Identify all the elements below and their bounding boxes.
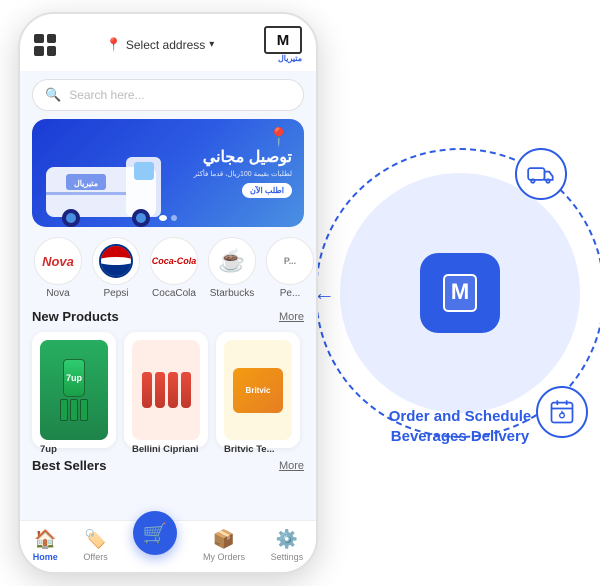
grid-menu-icon[interactable] [34, 34, 56, 56]
new-products-more[interactable]: More [279, 311, 304, 323]
orders-icon: 📦 [213, 529, 235, 550]
britvic-box: Britvic [233, 368, 283, 413]
banner-sub-text: لطلبات بقيمة 100ريال، قدما فأكثر [194, 170, 292, 178]
nova-label: Nova [46, 288, 69, 299]
sevenup-can-text: 7up [66, 373, 82, 383]
bellini-bottle-4 [181, 372, 191, 408]
brand-circle-starbucks: ☕ [208, 237, 256, 285]
other-logo: P... [284, 256, 296, 266]
new-products-title: New Products [32, 309, 119, 324]
tagline: Order and Schedule Beverages Delivery [389, 407, 532, 446]
bottom-nav: 🏠 Home 🏷️ Offers 🛒 📦 My Orders ⚙️ Settin… [20, 520, 316, 572]
orders-label: My Orders [203, 552, 245, 562]
best-sellers-title: Best Sellers [32, 458, 106, 473]
product-name-7up: 7up [40, 444, 108, 454]
starbucks-logo: ☕ [218, 248, 245, 274]
brand-circle-other: P... [266, 237, 314, 285]
nav-cart[interactable]: 🛒 [133, 529, 177, 562]
product-card-bellini[interactable]: Bellini Cipriani 180ml X 4 92SAR [124, 332, 208, 448]
nav-home[interactable]: 🏠 Home [33, 529, 58, 562]
sevenup-cans-row [60, 399, 88, 421]
search-icon: 🔍 [45, 87, 61, 103]
offers-label: Offers [83, 552, 107, 562]
nova-logo: Nova [42, 254, 74, 269]
search-bar[interactable]: 🔍 Search here... [32, 79, 304, 111]
brand-arabic-text: متيريال [278, 54, 302, 63]
grid-dot-2 [47, 34, 57, 44]
tagline-text: Order and Schedule Beverages Delivery [389, 407, 532, 446]
brands-row: Nova Nova Pepsi Coca-Cola CocaCola [20, 227, 316, 303]
banner-pin-icon: 📍 [268, 127, 290, 148]
brand-circle-cocacola: Coca-Cola [150, 237, 198, 285]
brand-center-icon: M [420, 253, 500, 333]
settings-icon: ⚙️ [276, 529, 298, 550]
brand-item-starbucks[interactable]: ☕ Starbucks [206, 237, 258, 299]
banner-dots [159, 215, 177, 221]
cocacola-label: CocaCola [152, 288, 196, 299]
sevenup-can: 7up [63, 359, 85, 397]
nav-settings[interactable]: ⚙️ Settings [271, 529, 304, 562]
settings-label: Settings [271, 552, 304, 562]
brand-circle-nova: Nova [34, 237, 82, 285]
dot-2 [171, 215, 177, 221]
bellini-bottle-2 [155, 372, 165, 408]
brand-m-icon: M [438, 271, 482, 315]
promo-banner[interactable]: متيريال توصيل مجاني لطلبات بقيمة 100ريال… [32, 119, 304, 227]
calendar-svg [548, 398, 576, 426]
cart-icon: 🛒 [143, 521, 168, 546]
brand-item-other[interactable]: P... Pe... [264, 237, 316, 299]
product-name-bellini: Bellini Cipriani [132, 444, 200, 454]
product-card-britvic[interactable]: Britvic Britvic Te... 300ml X 8... 27.5S… [216, 332, 300, 448]
brand-circle-pepsi [92, 237, 140, 285]
bellini-bottle-1 [142, 372, 152, 408]
brand-item-nova[interactable]: Nova Nova [32, 237, 84, 299]
right-panel: ← ↗ M Order and Schedu [320, 0, 600, 586]
chevron-down-icon: ▾ [209, 39, 214, 50]
location-selector[interactable]: 📍 Select address ▾ [106, 37, 215, 53]
product-img-britvic: Britvic [224, 340, 292, 440]
product-img-7up: 7up [40, 340, 108, 440]
phone-mockup: 📍 Select address ▾ M متيريال 🔍 Search he… [18, 12, 318, 574]
dot-1 [159, 215, 167, 221]
starbucks-label: Starbucks [210, 288, 254, 299]
offers-icon: 🏷️ [84, 529, 106, 550]
van-illustration: متيريال [32, 142, 176, 227]
brand-item-cocacola[interactable]: Coca-Cola CocaCola [148, 237, 200, 299]
cart-button[interactable]: 🛒 [133, 511, 177, 555]
best-sellers-header: Best Sellers More [20, 454, 316, 475]
cocacola-logo: Coca-Cola [152, 256, 197, 266]
location-label: Select address [126, 38, 205, 52]
brand-item-pepsi[interactable]: Pepsi [90, 237, 142, 299]
brand-initial: M [277, 32, 290, 49]
pin-icon: 📍 [106, 37, 122, 53]
home-icon: 🏠 [34, 529, 56, 550]
phone-header: 📍 Select address ▾ M متيريال [20, 14, 316, 71]
new-products-header: New Products More [20, 303, 316, 328]
product-img-bellini [132, 340, 200, 440]
svg-text:متيريال: متيريال [74, 179, 98, 189]
product-name-britvic: Britvic Te... [224, 444, 292, 454]
product-card-7up[interactable]: 7up 7up 150ml X 12 36.5SAR [32, 332, 116, 448]
truck-svg [527, 160, 555, 188]
nav-offers[interactable]: 🏷️ Offers [83, 529, 107, 562]
banner-main-text: توصيل مجاني [194, 148, 292, 167]
brand-m-box: M [264, 26, 302, 54]
banner-text-area: توصيل مجاني لطلبات بقيمة 100ريال، قدما ف… [194, 148, 292, 197]
search-placeholder: Search here... [69, 88, 144, 102]
grid-dot-3 [34, 46, 44, 56]
bellini-bottle-3 [168, 372, 178, 408]
grid-dot-1 [34, 34, 44, 44]
calendar-icon [536, 386, 588, 438]
home-label: Home [33, 552, 58, 562]
pepsi-label: Pepsi [103, 288, 128, 299]
grid-dot-4 [47, 46, 57, 56]
svg-text:M: M [451, 279, 469, 304]
best-sellers-more[interactable]: More [279, 460, 304, 472]
other-label: Pe... [280, 288, 301, 299]
delivery-truck-icon [515, 148, 567, 200]
products-row: 7up 7up 150ml X 12 36.5SAR Bellini Cipri… [20, 328, 316, 454]
banner-cta-button[interactable]: اطلب الآن [242, 183, 292, 198]
nav-orders[interactable]: 📦 My Orders [203, 529, 245, 562]
brand-logo: M متيريال [264, 26, 302, 63]
